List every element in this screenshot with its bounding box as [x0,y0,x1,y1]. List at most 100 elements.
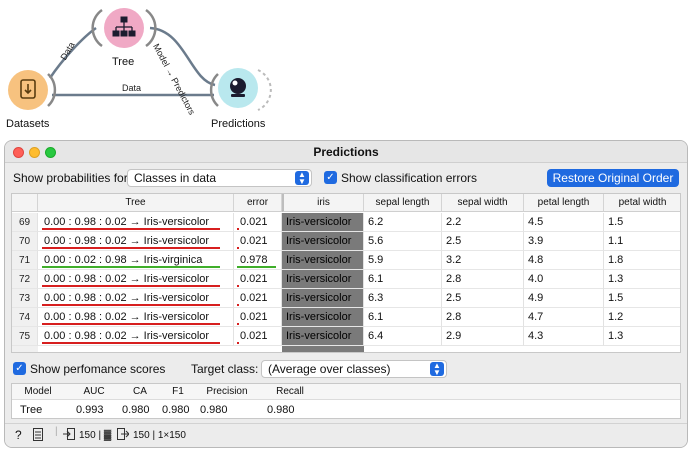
probabilities-select[interactable]: Classes in data ▲ ▼ [127,169,312,187]
iris-cell-text: Iris-versicolor [286,254,352,266]
sepal-length-cell[interactable]: 6.1 [364,308,442,327]
petal-length-cell[interactable]: 4.7 [524,308,604,327]
petal-width-cell[interactable]: 1.3 [604,270,680,289]
scores-recall: 0.980 [267,404,295,416]
error-cell[interactable]: 0.021 [234,308,282,327]
sepal-width-cell[interactable]: 2.5 [442,232,524,251]
row-index-text: 73 [18,293,31,304]
window-title: Predictions [313,145,379,159]
tree-prediction-cell[interactable]: 0.00 : 0.02 : 0.98 → Iris-virginica [38,251,234,270]
sepal-width-cell[interactable]: 2.9 [442,327,524,346]
header-petal-length[interactable]: petal length [524,194,604,212]
row-index[interactable]: 74 [12,308,38,327]
sepal-width-cell[interactable]: 2.2 [442,213,524,232]
petal-width-cell[interactable]: 1.5 [604,289,680,308]
iris-cell[interactable]: Iris-versicolor [282,308,364,327]
iris-cell[interactable]: Iris-versicolor [282,289,364,308]
error-cell[interactable]: 0.021 [234,327,282,346]
sepal-length-cell[interactable]: 6.2 [364,213,442,232]
row-index[interactable]: 71 [12,251,38,270]
petal-width-cell[interactable]: 1.5 [604,213,680,232]
header-tree[interactable]: Tree [38,194,234,212]
target-class-select[interactable]: (Average over classes) ▲ ▼ [261,360,447,378]
datasets-node[interactable] [8,70,57,110]
sepal-length-cell[interactable]: 6.4 [364,327,442,346]
sepal-length-cell[interactable]: 5.6 [364,232,442,251]
sepal-width-cell[interactable]: 2.8 [442,308,524,327]
sepal-length-cell-text: 6.1 [368,273,384,285]
iris-cell[interactable]: Iris-versicolor [282,232,364,251]
error-cell[interactable]: 0.978 [234,251,282,270]
tree-prediction-cell-text: 0.00 : 0.98 : 0.02 → Iris-versicolor [44,235,210,247]
scores-auc: 0.993 [76,404,104,416]
header-iris[interactable]: iris [282,194,364,212]
petal-length-cell[interactable]: 4.0 [524,270,604,289]
show-scores-label: Show perfomance scores [30,362,166,376]
petal-length-cell-text: 4.0 [528,273,544,285]
iris-cell[interactable]: Iris-versicolor [282,327,364,346]
help-icon[interactable]: ? [15,428,22,442]
header-sepal-width[interactable]: sepal width [442,194,524,212]
row-index[interactable]: 75 [12,327,38,346]
sepal-width-cell[interactable]: 2.8 [442,270,524,289]
header-index[interactable] [12,194,38,212]
sepal-length-cell[interactable]: 6.1 [364,270,442,289]
scores-ca: 0.980 [122,404,150,416]
status-divider: | [55,426,58,437]
sepal-width-cell[interactable]: 2.5 [442,289,524,308]
petal-length-cell[interactable]: 3.9 [524,232,604,251]
tree-prediction-cell[interactable]: 0.00 : 0.98 : 0.02 → Iris-versicolor [38,213,234,232]
petal-length-cell[interactable]: 4.8 [524,251,604,270]
petal-width-cell-text: 1.1 [608,235,624,247]
error-cell[interactable]: 0.021 [234,289,282,308]
iris-cell[interactable]: Iris-versicolor [282,270,364,289]
sepal-width-cell-text: 3.2 [446,254,462,266]
row-index[interactable]: 72 [12,270,38,289]
link-datasets-tree[interactable] [48,26,97,79]
iris-cell-text: Iris-versicolor [286,330,352,342]
row-index-text: 70 [18,236,31,247]
show-errors-checkbox[interactable]: ✓ [324,171,337,184]
petal-length-cell[interactable]: 4.3 [524,327,604,346]
tree-prediction-cell[interactable]: 0.00 : 0.98 : 0.02 → Iris-versicolor [38,327,234,346]
sepal-length-cell[interactable]: 6.3 [364,289,442,308]
petal-width-cell-text: 1.8 [608,254,624,266]
sepal-length-cell[interactable]: 5.9 [364,251,442,270]
iris-cell[interactable]: Iris-versicolor [282,251,364,270]
petal-length-cell[interactable]: 4.5 [524,213,604,232]
petal-width-cell[interactable]: 1.3 [604,327,680,346]
error-bar [237,304,239,306]
restore-order-button[interactable]: Restore Original Order [547,169,679,187]
show-scores-checkbox[interactable]: ✓ [13,362,26,375]
sepal-width-cell[interactable]: 3.2 [442,251,524,270]
tree-prediction-cell[interactable]: 0.00 : 0.98 : 0.02 → Iris-versicolor [38,289,234,308]
petal-length-cell[interactable]: 4.9 [524,289,604,308]
petal-width-cell[interactable]: 1.8 [604,251,680,270]
scores-f1: 0.980 [162,404,190,416]
tree-prediction-cell[interactable]: 0.00 : 0.98 : 0.02 → Iris-versicolor [38,308,234,327]
petal-width-cell[interactable]: 1.2 [604,308,680,327]
error-cell[interactable]: 0.021 [234,213,282,232]
iris-cell[interactable]: Iris-versicolor [282,213,364,232]
petal-width-cell-text: 1.2 [608,311,624,323]
row-index-partial [12,346,38,352]
row-index[interactable]: 73 [12,289,38,308]
row-index[interactable]: 70 [12,232,38,251]
predictions-node[interactable] [209,68,272,111]
error-cell[interactable]: 0.021 [234,232,282,251]
scores-model: Tree [20,404,43,416]
header-error[interactable]: error [234,194,282,212]
tree-prediction-cell[interactable]: 0.00 : 0.98 : 0.02 → Iris-versicolor [38,232,234,251]
header-petal-width[interactable]: petal width [604,194,680,212]
predictions-table[interactable]: Tree error iris sepal length sepal width peta… [11,193,681,353]
sepal-length-cell-text: 5.9 [368,254,384,266]
petal-width-cell[interactable]: 1.1 [604,232,680,251]
row-index[interactable]: 69 [12,213,38,232]
report-icon[interactable] [33,428,43,444]
chevron-updown-icon: ▲ ▼ [295,171,309,186]
tree-prediction-cell[interactable]: 0.00 : 0.98 : 0.02 → Iris-versicolor [38,270,234,289]
header-sepal-length[interactable]: sepal length [364,194,442,212]
tree-node[interactable] [91,8,157,48]
error-cell[interactable]: 0.021 [234,270,282,289]
error-underline [42,323,220,325]
